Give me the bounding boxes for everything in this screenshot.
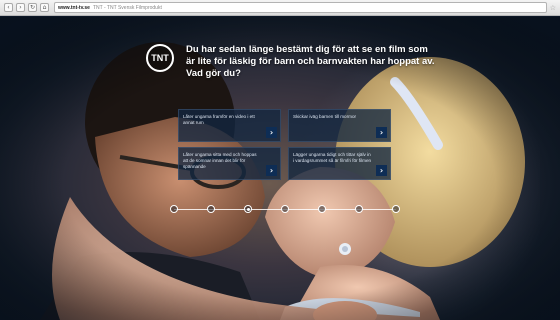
chevron-right-icon[interactable]: › <box>376 165 387 176</box>
chevron-right-icon[interactable]: › <box>266 127 277 138</box>
browser-toolbar: ‹ › ↻ ⌂ www.tnt-tv.se TNT - TNT Svensk F… <box>0 0 560 16</box>
url-host: www.tnt-tv.se <box>58 4 90 11</box>
forward-icon[interactable]: › <box>16 3 25 12</box>
progress-step-7[interactable] <box>392 205 400 213</box>
page-title-text: TNT - TNT Svensk Filmprodukt <box>92 4 162 11</box>
answer-option-label: Låter ungarna sitta med och hoppas att d… <box>183 152 257 169</box>
progress-step-6[interactable] <box>355 205 363 213</box>
answer-option-1[interactable]: Låter ungarna framför en video i ett ann… <box>178 109 281 142</box>
address-bar[interactable]: www.tnt-tv.se TNT - TNT Svensk Filmprodu… <box>54 2 547 13</box>
question-heading: Du har sedan länge bestämt dig för att s… <box>186 44 435 79</box>
progress-step-5[interactable] <box>318 205 326 213</box>
chevron-right-icon[interactable]: › <box>266 165 277 176</box>
answer-option-2[interactable]: Skickar iväg barnen till mormor › <box>288 109 391 142</box>
tnt-logo[interactable]: TNT <box>146 44 174 72</box>
answer-option-4[interactable]: Lägger ungarna tidigt och tittar själv i… <box>288 147 391 180</box>
back-icon[interactable]: ‹ <box>4 3 13 12</box>
reload-icon[interactable]: ↻ <box>28 3 37 12</box>
answer-option-label: Låter ungarna framför en video i ett ann… <box>183 114 255 125</box>
answer-option-label: Skickar iväg barnen till mormor <box>293 114 357 119</box>
chevron-right-icon[interactable]: › <box>376 127 387 138</box>
home-icon[interactable]: ⌂ <box>40 3 49 12</box>
bookmark-star-icon[interactable]: ☆ <box>550 4 556 12</box>
answer-option-label: Lägger ungarna tidigt och tittar själv i… <box>293 152 372 163</box>
answer-option-3[interactable]: Låter ungarna sitta med och hoppas att d… <box>178 147 281 180</box>
progress-step-2[interactable] <box>207 205 215 213</box>
progress-step-3[interactable] <box>244 205 252 213</box>
progress-step-1[interactable] <box>170 205 178 213</box>
progress-step-4[interactable] <box>281 205 289 213</box>
background-scene: TNT Du har sedan länge bestämt dig för a… <box>0 17 560 320</box>
